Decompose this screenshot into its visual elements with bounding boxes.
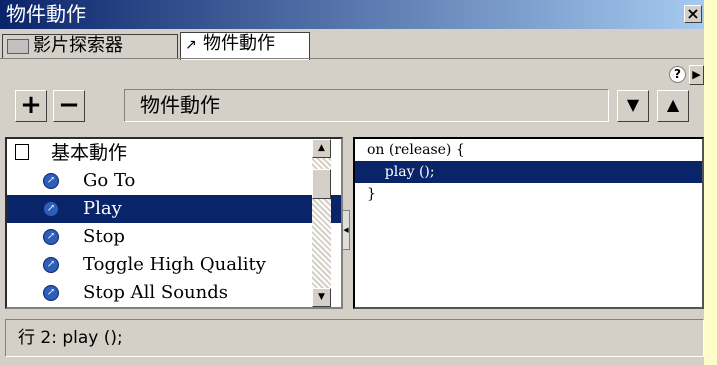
- list-item-label: Stop All Sounds: [83, 282, 228, 303]
- tab-object-actions[interactable]: ↗ 物件動作: [180, 32, 310, 60]
- close-button[interactable]: ×: [684, 5, 702, 23]
- script-line[interactable]: }: [355, 183, 702, 205]
- scroll-down-icon[interactable]: ▼: [312, 288, 331, 307]
- script-editor[interactable]: on (release) { play (); }: [353, 137, 704, 309]
- panel-menu-button[interactable]: ▶: [689, 65, 704, 85]
- list-item-label: Toggle High Quality: [83, 254, 266, 275]
- remove-action-button[interactable]: −: [53, 90, 85, 122]
- move-up-button[interactable]: ▲: [657, 90, 689, 122]
- tab-divider: [0, 58, 704, 59]
- arrow-icon: ↗: [185, 37, 197, 53]
- action-icon: ↗: [43, 201, 59, 217]
- list-item-label: Play: [83, 198, 122, 219]
- title-bar[interactable]: 物件動作 ×: [0, 0, 704, 29]
- tab-movie-explorer[interactable]: 影片探索器: [2, 34, 178, 58]
- script-line[interactable]: play ();: [355, 161, 702, 183]
- window-title: 物件動作: [6, 2, 86, 26]
- move-down-button[interactable]: ▼: [617, 90, 649, 122]
- script-line[interactable]: on (release) {: [355, 139, 702, 161]
- action-icon: ↗: [43, 229, 59, 245]
- collapse-arrow-icon[interactable]: ◀: [342, 210, 350, 250]
- action-icon: ↗: [43, 173, 59, 189]
- tab-object-actions-label: 物件動作: [203, 33, 275, 54]
- actions-list-scrollbar[interactable]: ▲ ▼: [312, 139, 331, 307]
- movie-explorer-icon: [7, 38, 29, 54]
- list-item[interactable]: ↗ Go To: [7, 167, 341, 195]
- group-label: 基本動作: [51, 142, 128, 164]
- actions-list[interactable]: 基本動作 ↗ Go To ↗ Play ↗ Stop ↗ Toggle High…: [5, 137, 343, 309]
- list-item-label: Stop: [83, 226, 125, 247]
- list-item[interactable]: ↗ Stop All Sounds: [7, 279, 341, 307]
- status-bar: 行 2: play ();: [5, 319, 704, 357]
- scroll-up-icon[interactable]: ▲: [312, 139, 331, 158]
- actions-group-basic[interactable]: 基本動作: [7, 139, 341, 167]
- add-action-button[interactable]: +: [15, 90, 47, 122]
- action-icon: ↗: [43, 257, 59, 273]
- action-icon: ↗: [43, 285, 59, 301]
- tab-strip: 影片探索器 ↗ 物件動作 ? ▶: [0, 30, 704, 85]
- book-icon: [15, 144, 29, 160]
- actions-panel-window: 物件動作 × 影片探索器 ↗ 物件動作 ? ▶ + − 物件動作 ▼ ▲ 基本動作…: [0, 0, 704, 365]
- scroll-thumb[interactable]: [312, 169, 331, 199]
- list-item-label: Go To: [83, 170, 136, 191]
- list-item[interactable]: ↗ Stop: [7, 223, 341, 251]
- list-item[interactable]: ↗ Play: [7, 195, 341, 223]
- action-name-field: 物件動作: [124, 89, 609, 122]
- tab-movie-explorer-label: 影片探索器: [33, 35, 123, 56]
- list-item[interactable]: ↗ Toggle High Quality: [7, 251, 341, 279]
- help-icon[interactable]: ?: [669, 66, 686, 83]
